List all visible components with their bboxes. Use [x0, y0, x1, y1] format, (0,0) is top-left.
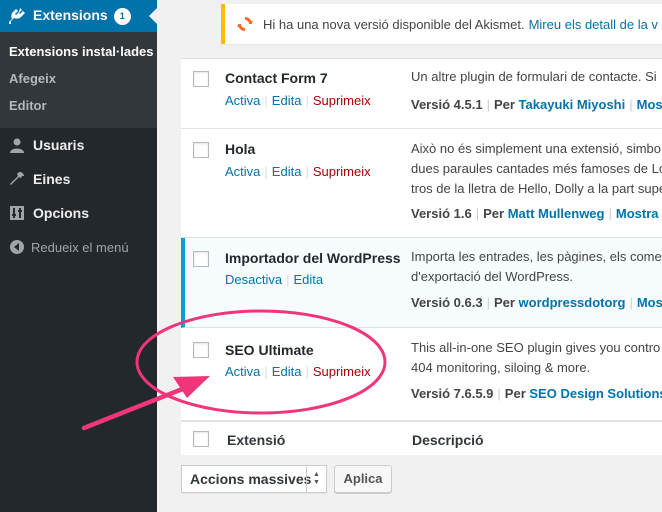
view-details-link[interactable]: Mostra [637, 97, 662, 112]
tools-icon [8, 170, 26, 188]
settings-icon [8, 204, 26, 222]
plugin-row-contact-form-7: Contact Form 7 Activa | Edita | Suprimeix Un… [181, 59, 662, 129]
author-link[interactable]: Takayuki Miyoshi [519, 97, 626, 112]
plugin-name: SEO Ultimate [225, 342, 314, 358]
edit-link[interactable]: Edita [272, 164, 302, 179]
apply-button[interactable]: Aplica [334, 465, 392, 493]
edit-link[interactable]: Edita [293, 272, 323, 287]
plugin-meta: Versió 0.6.3|Per wordpressdotorg|Mostra [411, 295, 662, 310]
plugin-checkbox[interactable] [193, 342, 209, 358]
collapse-icon [8, 238, 26, 256]
activate-link[interactable]: Activa [225, 164, 260, 179]
menu-extensions-label: Extensions [33, 7, 108, 23]
menu-collapse[interactable]: Redueix el menú [0, 230, 157, 264]
submenu-installed-plugins[interactable]: Extensions instal·lades [9, 44, 154, 59]
author-link[interactable]: SEO Design Solutions [529, 386, 662, 401]
author-link[interactable]: Matt Mullenweg [508, 206, 605, 221]
edit-link[interactable]: Edita [272, 93, 302, 108]
plugin-row-wordpress-importer: Importador del WordPress Desactiva | Edita… [181, 238, 662, 328]
users-icon [8, 136, 26, 154]
menu-tools[interactable]: Eines [0, 162, 157, 196]
activate-link[interactable]: Activa [225, 93, 260, 108]
view-details-link[interactable]: Mostra [637, 295, 662, 310]
menu-extensions[interactable]: Extensions 1 [0, 0, 157, 32]
plugins-icon [8, 7, 26, 25]
update-count-badge: 1 [113, 8, 131, 25]
plugin-meta: Versió 4.5.1|Per Takayuki Miyoshi|Mostra [411, 97, 662, 112]
activate-link[interactable]: Activa [225, 364, 260, 379]
submenu-editor[interactable]: Editor [9, 98, 47, 113]
plugin-meta: Versió 1.6|Per Matt Mullenweg|Mostra el [411, 206, 662, 221]
plugin-meta: Versió 7.6.5.9 | Per SEO Design Solutions [411, 386, 662, 401]
menu-settings[interactable]: Opcions [0, 196, 157, 230]
plugin-checkbox[interactable] [193, 142, 209, 158]
admin-sidebar: Extensions 1 Extensions instal·lades Afeg… [0, 0, 157, 512]
deactivate-link[interactable]: Desactiva [225, 272, 282, 287]
delete-link[interactable]: Suprimeix [313, 93, 371, 108]
plugin-description: Un altre plugin de formulari de contacte… [411, 69, 657, 84]
menu-users[interactable]: Usuaris [0, 128, 157, 162]
author-link[interactable]: wordpressdotorg [519, 295, 626, 310]
table-footer: Extensió Descripció [181, 421, 662, 455]
plugins-table: Contact Form 7 Activa | Edita | Suprimeix Un… [181, 58, 662, 455]
plugin-description-line: d'exportació del WordPress. [411, 269, 573, 284]
plugin-description-line: Això no és simplement una extensió, simb… [411, 141, 662, 156]
select-arrows-icon: ▲ ▼ [306, 466, 326, 492]
delete-link[interactable]: Suprimeix [313, 364, 371, 379]
update-notice-text: Hi ha una nova versió disponible del Aki… [263, 16, 525, 32]
plugin-actions: Activa | Edita | Suprimeix [225, 364, 371, 379]
view-details-link[interactable]: Mostra el [616, 206, 662, 221]
plugin-row-hola: Hola Activa | Edita | Suprimeix Això no és s… [181, 129, 662, 238]
plugin-description-line: This all-in-one SEO plugin gives you con… [411, 340, 661, 355]
bulk-actions-select[interactable]: Accions massives ▲ ▼ [181, 465, 327, 493]
plugin-name: Hola [225, 141, 256, 157]
plugin-description-line: 404 monitoring, siloing & more. [411, 360, 591, 375]
plugin-description-line: tros de la lletra de Hello, Dolly a la p… [411, 181, 662, 196]
select-all-checkbox[interactable] [193, 431, 209, 447]
plugin-actions: Activa | Edita | Suprimeix [225, 164, 371, 179]
plugin-name: Contact Form 7 [225, 70, 328, 86]
column-description: Descripció [412, 432, 484, 448]
plugin-checkbox[interactable] [193, 71, 209, 87]
update-notice: Hi ha una nova versió disponible del Aki… [221, 4, 662, 44]
plugin-name: Importador del WordPress [225, 250, 401, 266]
update-details-link[interactable]: Mireu els detall de la v [529, 17, 658, 32]
submenu-add-new[interactable]: Afegeix [9, 71, 56, 86]
plugin-description-line: dues paraules cantades més famoses de Lo [411, 161, 662, 176]
edit-link[interactable]: Edita [272, 364, 302, 379]
plugin-checkbox[interactable] [193, 251, 209, 267]
delete-link[interactable]: Suprimeix [313, 164, 371, 179]
current-menu-arrow [149, 8, 157, 24]
plugin-actions: Activa | Edita | Suprimeix [225, 93, 371, 108]
plugin-actions: Desactiva | Edita [225, 272, 324, 287]
update-icon [236, 15, 254, 33]
column-plugin: Extensió [227, 432, 286, 448]
plugin-row-seo-ultimate: SEO Ultimate Activa | Edita | Suprimeix This… [181, 328, 662, 421]
main-content: Hi ha una nova versió disponible del Aki… [157, 0, 662, 512]
plugin-description-line: Importa les entrades, les pàgines, els c… [411, 249, 662, 264]
extensions-submenu: Extensions instal·lades Afegeix Editor [0, 32, 157, 128]
